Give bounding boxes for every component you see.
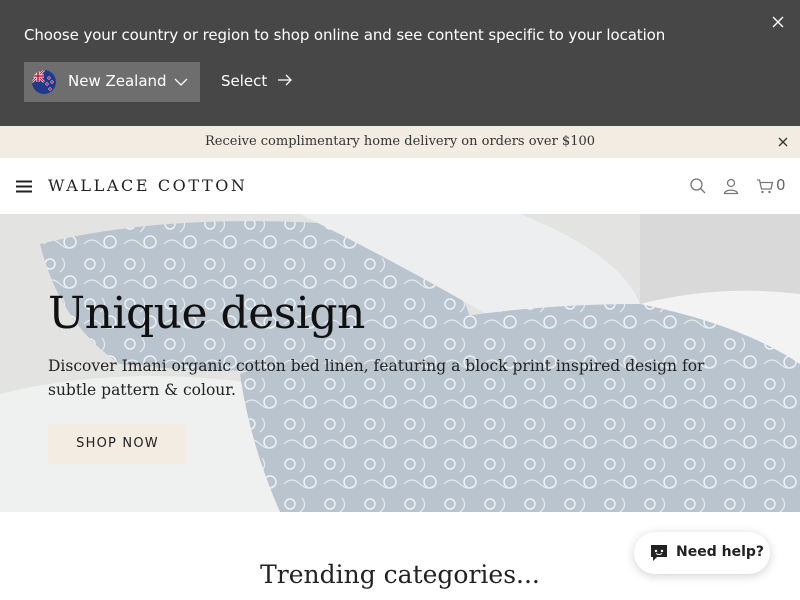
close-icon[interactable] [768, 12, 788, 32]
search-icon[interactable] [689, 177, 707, 195]
chat-icon [648, 542, 670, 564]
close-icon[interactable] [776, 135, 790, 149]
hero-title: Unique design [48, 288, 365, 339]
need-help-button[interactable]: Need help? [634, 532, 770, 574]
selected-country: New Zealand [68, 72, 167, 90]
arrow-right-icon [277, 72, 293, 90]
select-country-button[interactable]: Select [221, 72, 293, 90]
shop-now-button[interactable]: SHOP NOW [48, 424, 187, 464]
country-message: Choose your country or region to shop on… [24, 26, 666, 44]
need-help-label: Need help? [676, 544, 765, 560]
nz-flag-icon [32, 70, 56, 94]
site-logo[interactable]: WALLACE COTTON [48, 176, 248, 195]
hamburger-icon[interactable] [16, 180, 32, 193]
cart-icon[interactable] [756, 177, 774, 195]
promo-text: Receive complimentary home delivery on o… [204, 134, 596, 149]
country-dropdown[interactable]: New Zealand [24, 62, 200, 102]
site-header: WALLACE COTTON 0 [0, 158, 800, 214]
chevron-down-icon [174, 75, 188, 89]
cart-count: 0 [776, 176, 786, 194]
country-selector-bar: Choose your country or region to shop on… [0, 0, 800, 126]
promo-banner: Receive complimentary home delivery on o… [0, 126, 800, 158]
hero-banner: Unique design Discover Imani organic cot… [0, 214, 800, 512]
account-icon[interactable] [722, 177, 740, 195]
select-label: Select [221, 72, 268, 90]
hero-subtitle: Discover Imani organic cotton bed linen,… [48, 357, 705, 399]
